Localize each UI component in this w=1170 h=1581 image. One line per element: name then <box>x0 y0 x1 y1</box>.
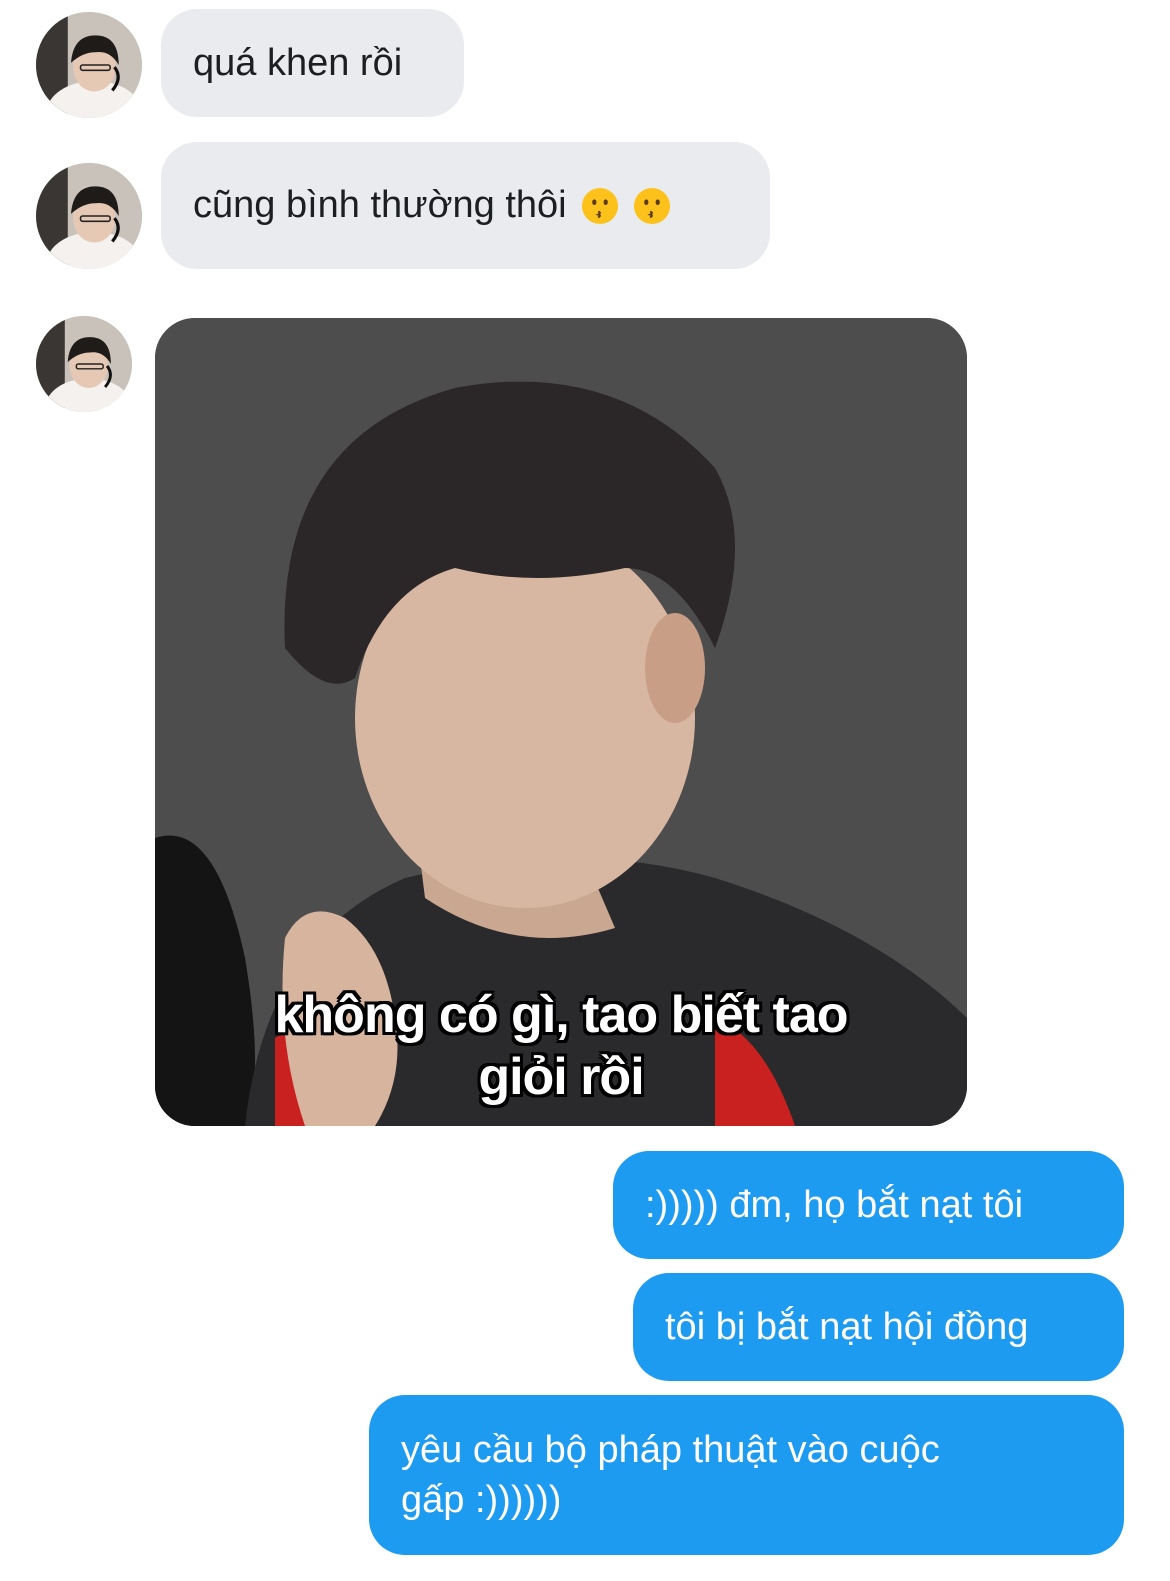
sender-avatar[interactable] <box>36 163 142 269</box>
incoming-message[interactable]: quá khen rồi <box>161 9 464 117</box>
incoming-message[interactable]: cũng bình thường thôi <box>161 142 770 269</box>
message-thread: quá khen rồi cũng bình thường thôi không… <box>0 0 1170 1581</box>
outgoing-message[interactable]: :))))) đm, họ bắt nạt tôi <box>613 1151 1124 1259</box>
outgoing-message[interactable]: tôi bị bắt nạt hội đồng <box>633 1273 1124 1381</box>
meme-caption: không có gì, tao biết tao giỏi rồi <box>155 984 967 1108</box>
message-text-line: gấp :)))))) <box>401 1479 562 1521</box>
caption-line: không có gì, tao biết tao <box>274 986 849 1044</box>
avatar-image <box>36 316 132 412</box>
kissing-face-icon <box>581 187 618 224</box>
message-text: cũng bình thường thôi <box>193 184 567 226</box>
outgoing-message[interactable]: yêu cầu bộ pháp thuật vào cuộc gấp :))))… <box>369 1395 1124 1555</box>
message-text: :))))) đm, họ bắt nạt tôi <box>645 1183 1024 1226</box>
caption-line: giỏi rồi <box>478 1048 644 1106</box>
avatar-image <box>36 163 142 269</box>
message-text: tôi bị bắt nạt hội đồng <box>665 1305 1029 1348</box>
kissing-face-icon <box>633 187 670 224</box>
meme-image-message[interactable]: không có gì, tao biết tao giỏi rồi <box>155 318 967 1126</box>
sender-avatar[interactable] <box>36 12 142 118</box>
message-text: quá khen rồi <box>193 41 403 84</box>
message-text-line: yêu cầu bộ pháp thuật vào cuộc <box>401 1429 940 1471</box>
avatar-image <box>36 12 142 118</box>
sender-avatar[interactable] <box>36 316 132 412</box>
